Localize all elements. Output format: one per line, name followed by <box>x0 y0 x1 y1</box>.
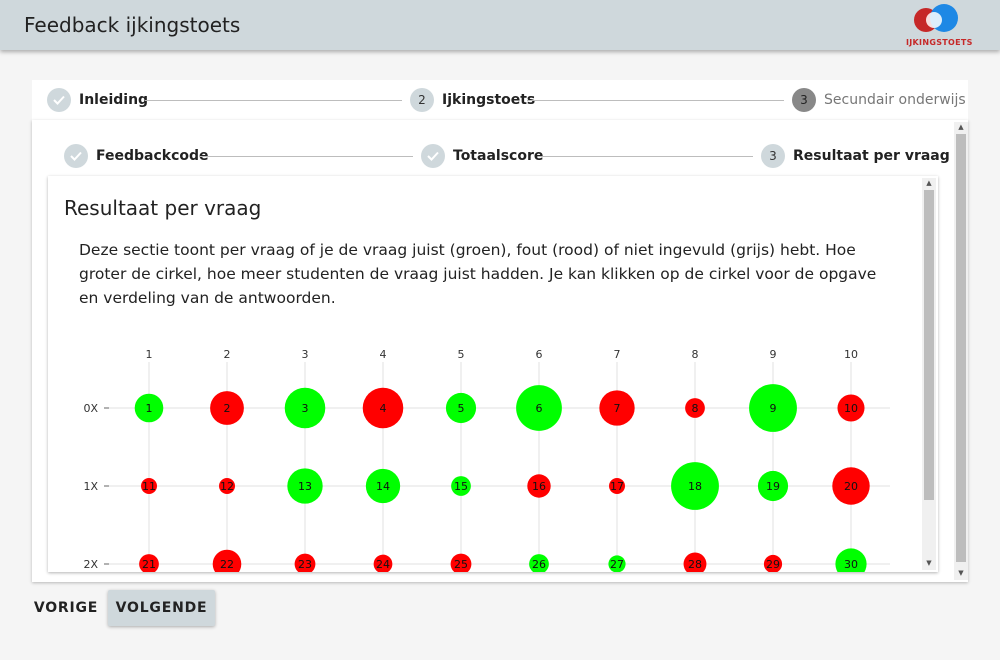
inner-scrollbar[interactable]: ▲ ▼ <box>922 178 936 570</box>
step-connector <box>199 156 413 157</box>
y-tick-label: 0X <box>83 402 98 415</box>
next-button[interactable]: VOLGENDE <box>108 590 215 626</box>
question-number: 2 <box>224 402 231 415</box>
question-number: 14 <box>376 480 390 493</box>
scroll-down-arrow[interactable]: ▼ <box>922 558 936 568</box>
logo-text: IJKINGSTOETS <box>906 38 973 47</box>
step-number: 3 <box>761 144 785 168</box>
scroll-down-arrow[interactable]: ▼ <box>954 568 968 578</box>
x-tick-label: 10 <box>844 348 858 361</box>
result-card: Resultaat per vraag Deze sectie toont pe… <box>48 176 938 572</box>
question-number: 4 <box>380 402 387 415</box>
step-number: 3 <box>792 88 816 112</box>
question-number: 28 <box>688 558 702 571</box>
question-number: 25 <box>454 558 468 571</box>
scrollbar-thumb[interactable] <box>924 190 934 500</box>
main-step-ijkingstoets[interactable]: 2 Ijkingstoets <box>410 88 535 112</box>
x-tick-label: 3 <box>302 348 309 361</box>
sub-step-resultaat-per-vraag[interactable]: 3 Resultaat per vraag <box>761 144 950 168</box>
question-number: 20 <box>844 480 858 493</box>
question-number: 17 <box>610 480 624 493</box>
x-tick-label: 5 <box>458 348 465 361</box>
x-tick-label: 9 <box>770 348 777 361</box>
main-step-label: Secundair onderwijs <box>824 92 966 108</box>
x-tick-label: 8 <box>692 348 699 361</box>
question-number: 18 <box>688 480 702 493</box>
app-title: Feedback ijkingstoets <box>24 13 241 37</box>
x-tick-label: 4 <box>380 348 387 361</box>
step-connector <box>538 156 753 157</box>
scroll-up-arrow[interactable]: ▲ <box>954 122 968 132</box>
question-number: 16 <box>532 480 546 493</box>
step-number: 2 <box>410 88 434 112</box>
question-number: 30 <box>844 558 858 571</box>
x-tick-label: 1 <box>146 348 153 361</box>
app-bar: Feedback ijkingstoets IJKINGSTOETS <box>0 0 1000 50</box>
question-number: 11 <box>142 480 156 493</box>
check-icon <box>64 144 88 168</box>
scroll-up-arrow[interactable]: ▲ <box>922 178 936 188</box>
sub-step-totaalscore[interactable]: Totaalscore <box>421 144 543 168</box>
question-number: 5 <box>458 402 465 415</box>
question-number: 21 <box>142 558 156 571</box>
question-number: 23 <box>298 558 312 571</box>
main-step-label: Inleiding <box>79 92 149 108</box>
sub-step-feedbackcode[interactable]: Feedbackcode <box>64 144 209 168</box>
main-step-inleiding[interactable]: Inleiding <box>47 88 148 112</box>
question-number: 3 <box>302 402 309 415</box>
y-tick-label: 1X <box>83 480 98 493</box>
question-number: 10 <box>844 402 858 415</box>
x-tick-label: 7 <box>614 348 621 361</box>
question-number: 13 <box>298 480 312 493</box>
question-number: 1 <box>146 402 153 415</box>
check-icon <box>421 144 445 168</box>
outer-scrollbar[interactable]: ▲ ▼ <box>954 122 968 580</box>
question-number: 9 <box>770 402 777 415</box>
question-number: 26 <box>532 558 546 571</box>
question-number: 29 <box>766 558 780 571</box>
step-connector <box>527 100 784 101</box>
question-number: 8 <box>692 402 699 415</box>
ijkingstoets-logo: IJKINGSTOETS <box>904 2 972 48</box>
question-number: 22 <box>220 558 234 571</box>
question-number: 15 <box>454 480 468 493</box>
main-stepper: Inleiding 2 Ijkingstoets 3 Secundair ond… <box>32 80 968 120</box>
question-number: 27 <box>610 558 624 571</box>
y-tick-label: 2X <box>83 558 98 571</box>
result-chart: 1 2 3 4 5 6 7 8 9 100X1X2X1 2 3 4 5 6 7 8 9 1011 12 13 14 15 16… <box>83 348 890 572</box>
main-step-label: Ijkingstoets <box>442 92 536 108</box>
check-icon <box>47 88 71 112</box>
sub-step-label: Totaalscore <box>453 148 544 164</box>
question-number: 12 <box>220 480 234 493</box>
sub-step-label: Feedbackcode <box>96 148 209 164</box>
sub-step-label: Resultaat per vraag <box>793 148 950 164</box>
question-number: 7 <box>614 402 621 415</box>
question-number: 24 <box>376 558 390 571</box>
x-tick-label: 2 <box>224 348 231 361</box>
step-connector <box>145 100 402 101</box>
x-tick-label: 6 <box>536 348 543 361</box>
main-step-secundair-onderwijs[interactable]: 3 Secundair onderwijs <box>792 88 966 112</box>
question-number: 6 <box>536 402 543 415</box>
scrollbar-thumb[interactable] <box>956 134 966 562</box>
question-number: 19 <box>766 480 780 493</box>
previous-button[interactable]: VORIGE <box>32 590 100 626</box>
